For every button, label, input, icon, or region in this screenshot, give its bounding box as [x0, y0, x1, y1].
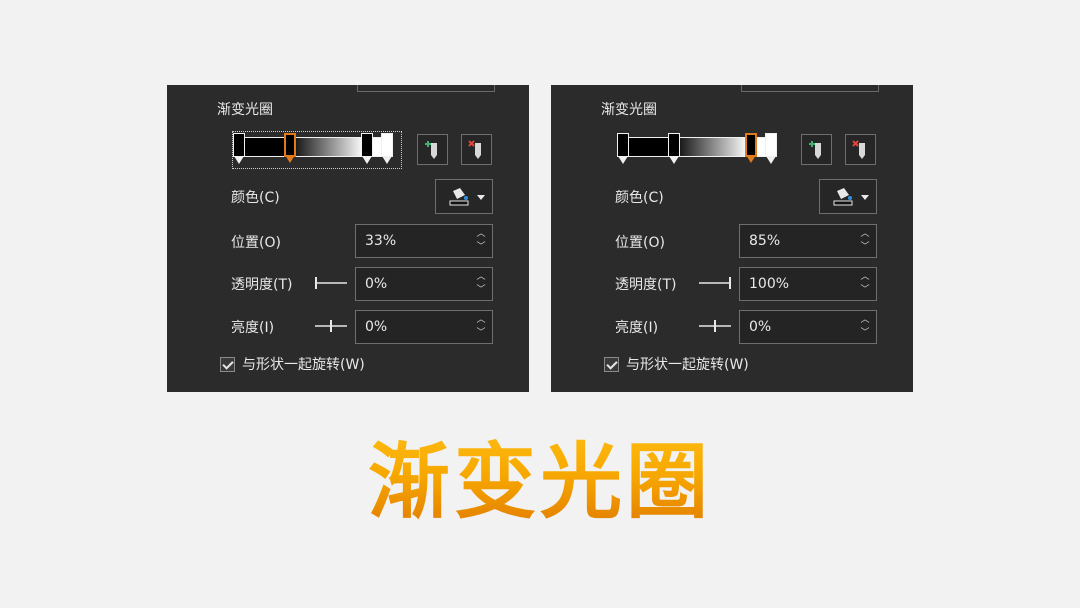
gradient-panel-left: 渐变光圈 颜色(C) 位置(O) 33% ︿ ﹀ 透明度(T) 0% ︿ ﹀ 亮…: [167, 85, 529, 392]
brightness-spinner[interactable]: ︿ ﹀: [355, 310, 493, 344]
spin-down-icon[interactable]: ﹀: [860, 242, 870, 252]
previous-field-edge[interactable]: [741, 85, 879, 92]
caption-title: 渐变光圈: [0, 415, 1080, 534]
position-label: 位置(O): [231, 235, 281, 251]
position-spinner[interactable]: ︿ ﹀: [355, 224, 493, 258]
gradient-stop-33-selected[interactable]: [284, 133, 296, 163]
spin-up-icon[interactable]: ︿: [476, 272, 486, 282]
position-spin-buttons[interactable]: ︿ ﹀: [860, 229, 870, 253]
position-label: 位置(O): [615, 235, 665, 251]
brightness-spin-buttons[interactable]: ︿ ﹀: [860, 315, 870, 339]
section-title-gradient-stops: 渐变光圈: [601, 102, 657, 118]
transparency-label: 透明度(T): [615, 277, 677, 293]
gradient-stop-0[interactable]: [233, 133, 245, 164]
spin-up-icon[interactable]: ︿: [860, 315, 870, 325]
spin-up-icon[interactable]: ︿: [476, 229, 486, 239]
position-spin-buttons[interactable]: ︿ ﹀: [476, 229, 486, 253]
brightness-slider-icon[interactable]: [313, 319, 349, 333]
spin-down-icon[interactable]: ﹀: [476, 285, 486, 295]
gradient-stop-0[interactable]: [617, 133, 629, 164]
brightness-slider-icon[interactable]: [697, 319, 733, 333]
remove-gradient-stop-icon: [852, 140, 865, 159]
brightness-input[interactable]: [356, 311, 475, 343]
gradient-stop-100[interactable]: [765, 133, 777, 164]
add-gradient-stop-button[interactable]: [417, 134, 448, 165]
add-gradient-stop-button[interactable]: [801, 134, 832, 165]
gradient-stop-33[interactable]: [668, 133, 680, 164]
spin-down-icon[interactable]: ﹀: [476, 242, 486, 252]
transparency-label: 透明度(T): [231, 277, 293, 293]
gradient-panel-right: 渐变光圈 颜色(C) 位置(O) 85% ︿ ﹀ 透明度(T) 100% ︿ ﹀…: [551, 85, 913, 392]
remove-gradient-stop-button[interactable]: [461, 134, 492, 165]
transparency-spinner[interactable]: ︿ ﹀: [739, 267, 877, 301]
transparency-spin-buttons[interactable]: ︿ ﹀: [476, 272, 486, 296]
transparency-slider-icon[interactable]: [313, 276, 349, 290]
gradient-stop-85-selected[interactable]: [745, 133, 757, 163]
spin-up-icon[interactable]: ︿: [860, 272, 870, 282]
gradient-stops-slider[interactable]: [232, 131, 402, 169]
gradient-stop-85[interactable]: [361, 133, 373, 164]
previous-field-edge[interactable]: [357, 85, 495, 92]
transparency-spinner[interactable]: ︿ ﹀: [355, 267, 493, 301]
color-label: 颜色(C): [615, 190, 664, 206]
remove-gradient-stop-button[interactable]: [845, 134, 876, 165]
paint-bucket-icon: [449, 188, 469, 206]
section-title-gradient-stops: 渐变光圈: [217, 102, 273, 118]
transparency-input[interactable]: [740, 268, 859, 300]
rotate-with-shape-label[interactable]: 与形状一起旋转(W): [242, 354, 365, 374]
spin-down-icon[interactable]: ﹀: [860, 285, 870, 295]
position-input[interactable]: [740, 225, 859, 257]
brightness-spinner[interactable]: ︿ ﹀: [739, 310, 877, 344]
gradient-stops-slider[interactable]: [617, 131, 786, 169]
brightness-input[interactable]: [740, 311, 859, 343]
color-picker-button[interactable]: [435, 179, 493, 214]
transparency-spin-buttons[interactable]: ︿ ﹀: [860, 272, 870, 296]
brightness-label: 亮度(I): [615, 320, 659, 336]
paint-bucket-icon: [833, 188, 853, 206]
add-gradient-stop-icon: [809, 141, 821, 159]
position-spinner[interactable]: ︿ ﹀: [739, 224, 877, 258]
rotate-with-shape-checkbox[interactable]: [604, 357, 619, 372]
gradient-stop-100[interactable]: [381, 133, 393, 164]
transparency-slider-icon[interactable]: [697, 276, 733, 290]
remove-gradient-stop-icon: [468, 140, 481, 159]
spin-down-icon[interactable]: ﹀: [860, 328, 870, 338]
spin-up-icon[interactable]: ︿: [860, 229, 870, 239]
rotate-with-shape-checkbox[interactable]: [220, 357, 235, 372]
chevron-down-icon: [477, 195, 485, 200]
transparency-input[interactable]: [356, 268, 475, 300]
spin-down-icon[interactable]: ﹀: [476, 328, 486, 338]
chevron-down-icon: [861, 195, 869, 200]
rotate-with-shape-label[interactable]: 与形状一起旋转(W): [626, 354, 749, 374]
color-picker-button[interactable]: [819, 179, 877, 214]
color-label: 颜色(C): [231, 190, 280, 206]
brightness-spin-buttons[interactable]: ︿ ﹀: [476, 315, 486, 339]
position-input[interactable]: [356, 225, 475, 257]
add-gradient-stop-icon: [425, 141, 437, 159]
spin-up-icon[interactable]: ︿: [476, 315, 486, 325]
brightness-label: 亮度(I): [231, 320, 275, 336]
